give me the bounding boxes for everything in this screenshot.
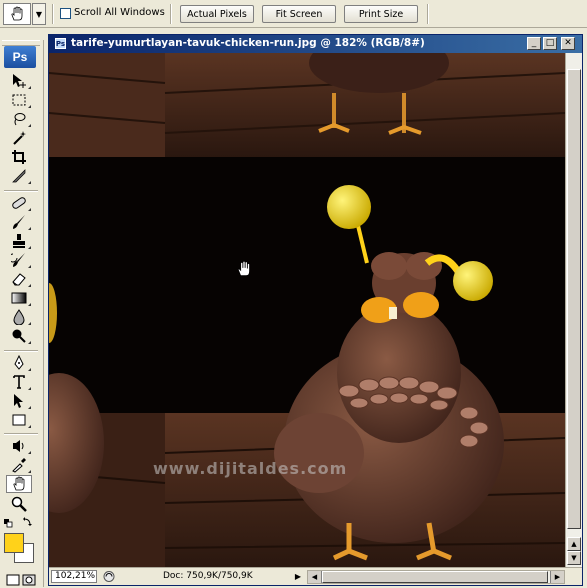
marquee-tool[interactable] — [6, 91, 32, 109]
divider — [170, 4, 172, 24]
divider — [427, 4, 429, 24]
maximize-icon: □ — [545, 38, 555, 48]
eyedropper-tool[interactable] — [6, 456, 32, 474]
tool-preset-picker[interactable] — [3, 3, 31, 25]
zoom-level-field[interactable]: 102,21% — [51, 570, 97, 583]
type-tool[interactable] — [6, 373, 32, 391]
magic-wand-icon — [13, 131, 26, 145]
hand-tool[interactable] — [6, 475, 32, 493]
status-bar: 102,21% Doc: 750,9K/750,9K ▶ ◀ ▶ — [49, 567, 582, 585]
lasso-tool-icon — [14, 113, 26, 126]
blur-tool[interactable] — [6, 308, 32, 326]
vertical-scroll-thumb[interactable] — [567, 69, 581, 529]
hand-tool-icon — [11, 6, 23, 21]
marquee-tool-icon — [12, 94, 26, 106]
quick-mask-icons[interactable] — [4, 572, 38, 588]
hand-tool-icon — [13, 476, 25, 491]
close-icon: ✕ — [564, 38, 572, 48]
move-tool-icon — [13, 74, 26, 88]
minimize-button[interactable]: _ — [527, 37, 541, 50]
type-tool-icon — [13, 375, 25, 389]
shape-tool-icon — [12, 414, 26, 426]
horizontal-scroll-thumb[interactable] — [322, 571, 548, 583]
foreground-color-swatch[interactable] — [4, 533, 24, 553]
watermark: www.dijitaldes.com — [153, 459, 348, 478]
path-selection-tool[interactable] — [6, 392, 32, 410]
magic-wand-tool[interactable] — [6, 129, 32, 147]
slice-tool-icon — [12, 169, 26, 183]
vertical-scrollbar[interactable]: ▲ ▼ — [565, 53, 582, 567]
document-icon: Ps — [55, 38, 66, 49]
document-window: Ps tarife-yumurtlayan-tavuk-chicken-run.… — [48, 34, 583, 586]
lasso-tool[interactable] — [6, 110, 32, 128]
gradient-icon — [11, 292, 27, 304]
print-size-button[interactable]: Print Size — [344, 5, 418, 23]
clone-stamp-tool[interactable] — [6, 232, 32, 250]
photoshop-logo[interactable]: Ps — [4, 46, 36, 68]
dodge-icon — [12, 329, 26, 343]
chevron-down-icon: ▼ — [35, 9, 43, 19]
slice-tool[interactable] — [6, 167, 32, 185]
scroll-up-button[interactable]: ▲ — [567, 537, 581, 551]
move-tool[interactable] — [6, 72, 32, 90]
divider — [52, 4, 54, 24]
document-title-bar[interactable]: Ps tarife-yumurtlayan-tavuk-chicken-run.… — [49, 35, 582, 53]
zoom-tool[interactable] — [6, 495, 32, 513]
status-menu-button[interactable]: ▶ — [293, 570, 303, 583]
fit-screen-button[interactable]: Fit Screen — [262, 5, 336, 23]
toolbox-divider — [4, 190, 38, 192]
history-brush-tool[interactable] — [6, 251, 32, 269]
arrow-right-icon: ▶ — [554, 573, 561, 581]
swap-colors-icon[interactable] — [22, 517, 32, 527]
notes-tool[interactable] — [6, 437, 32, 455]
scroll-down-button[interactable]: ▼ — [567, 551, 581, 565]
arrow-left-icon: ◀ — [311, 573, 318, 581]
healing-brush-icon — [12, 197, 26, 209]
status-info-icon[interactable] — [102, 570, 116, 583]
toolbox-divider — [4, 433, 38, 435]
chicken-run-image — [49, 53, 565, 567]
horizontal-scrollbar[interactable]: ◀ ▶ — [307, 570, 565, 584]
zoom-tool-icon — [11, 496, 27, 512]
hand-cursor-icon — [237, 260, 251, 277]
maximize-button[interactable]: □ — [543, 37, 557, 50]
blur-icon — [13, 309, 25, 325]
brush-tool[interactable] — [6, 213, 32, 231]
image-canvas[interactable]: www.dijitaldes.com — [49, 53, 565, 567]
document-title: tarife-yumurtlayan-tavuk-chicken-run.jpg… — [71, 37, 425, 49]
crop-tool[interactable] — [6, 148, 32, 166]
history-brush-icon — [11, 253, 25, 267]
toolbox: Ps — [0, 40, 44, 587]
path-selection-icon — [14, 394, 23, 408]
actual-pixels-button[interactable]: Actual Pixels — [180, 5, 254, 23]
options-bar: ▼ Scroll All Windows Actual Pixels Fit S… — [0, 0, 587, 28]
default-colors-icon[interactable] — [4, 519, 13, 528]
clone-stamp-icon — [13, 234, 25, 248]
shape-tool[interactable] — [6, 411, 32, 429]
scroll-right-button[interactable]: ▶ — [550, 571, 564, 583]
eyedropper-icon — [12, 458, 26, 473]
arrow-right-icon: ▶ — [294, 572, 302, 581]
crop-tool-icon — [12, 150, 26, 164]
brush-tool-icon — [13, 215, 25, 229]
pen-tool[interactable] — [6, 354, 32, 372]
toolbox-divider — [4, 350, 38, 352]
notes-icon — [13, 440, 24, 452]
eraser-tool[interactable] — [6, 270, 32, 288]
document-size-info: Doc: 750,9K/750,9K — [163, 571, 253, 581]
scroll-all-windows-checkbox[interactable] — [60, 8, 71, 19]
close-button[interactable]: ✕ — [561, 37, 575, 50]
dodge-tool[interactable] — [6, 327, 32, 345]
scroll-left-button[interactable]: ◀ — [308, 571, 322, 583]
arrow-down-icon: ▼ — [571, 554, 577, 562]
eraser-icon — [12, 273, 26, 286]
arrow-up-icon: ▲ — [571, 540, 577, 548]
gradient-tool[interactable] — [6, 289, 32, 307]
scroll-all-windows-label: Scroll All Windows — [74, 7, 165, 18]
pen-tool-icon — [14, 355, 24, 370]
healing-brush-tool[interactable] — [6, 194, 32, 212]
minimize-icon: _ — [531, 38, 537, 48]
tool-preset-dropdown[interactable]: ▼ — [32, 3, 46, 25]
